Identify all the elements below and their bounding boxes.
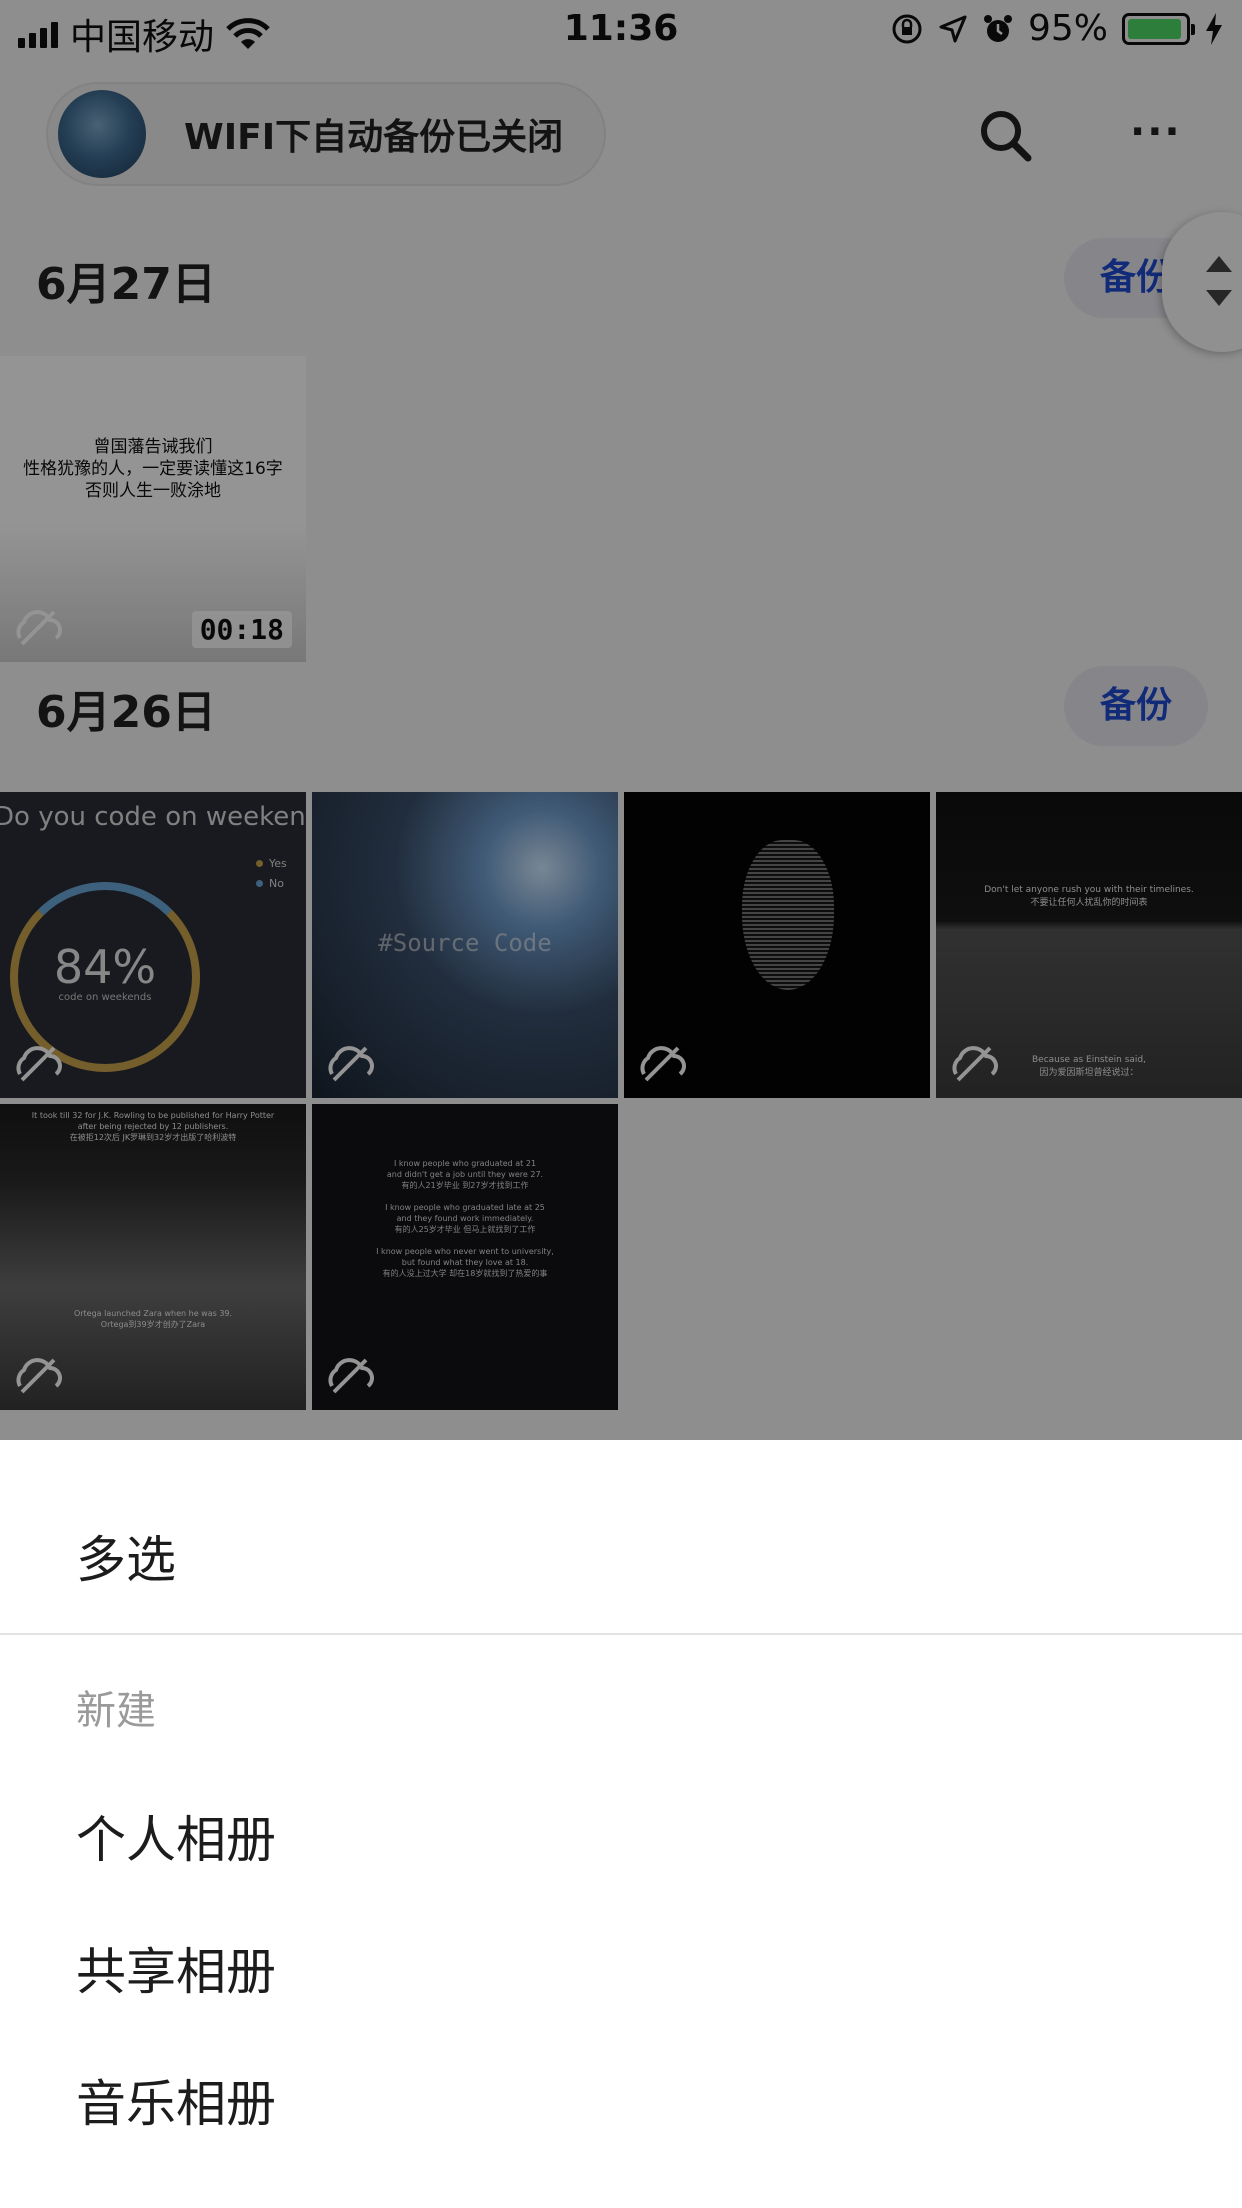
new-section-label: 新建 [76, 1688, 156, 1734]
sheet-divider [0, 1633, 1242, 1635]
multi-select-option[interactable]: 多选 [76, 1520, 176, 1592]
personal-album-option[interactable]: 个人相册 [76, 1800, 276, 1872]
music-album-option[interactable]: 音乐相册 [76, 2064, 276, 2136]
dim-overlay[interactable] [0, 0, 1242, 1440]
shared-album-option[interactable]: 共享相册 [76, 1932, 276, 2004]
